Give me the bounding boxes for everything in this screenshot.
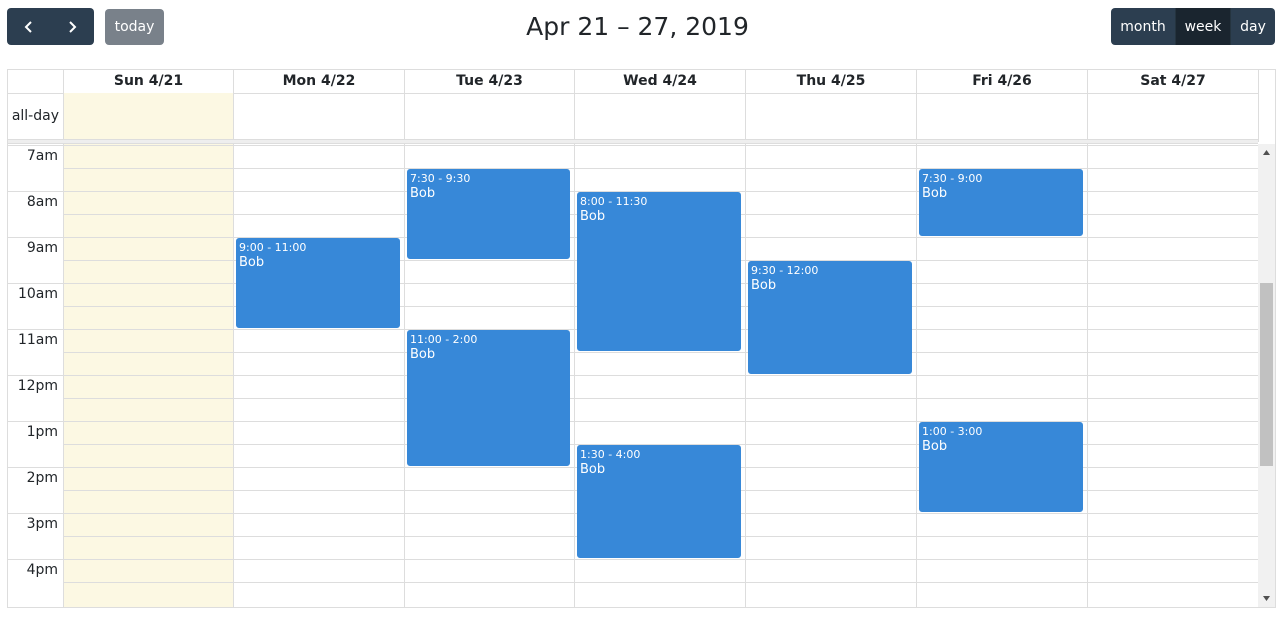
week-view-button[interactable]: week (1176, 8, 1231, 45)
event-title: Bob (410, 186, 436, 201)
event-time: 8:00 - 11:30 (580, 195, 648, 208)
all-day-cell-tue[interactable] (404, 93, 574, 139)
hour-label: 9am (26, 240, 58, 256)
scroll-down-icon[interactable] (1258, 590, 1275, 607)
week-calendar: Sun 4/21 Mon 4/22 Tue 4/23 Wed 4/24 Thu … (7, 69, 1276, 608)
event-title: Bob (580, 209, 606, 224)
hour-label: 3pm (26, 516, 58, 532)
scroll-thumb[interactable] (1260, 283, 1273, 466)
hour-line (8, 145, 1258, 146)
calendar-event[interactable]: 7:30 - 9:00 Bob (919, 169, 1083, 236)
event-title: Bob (239, 255, 265, 270)
day-header-mon[interactable]: Mon 4/22 (233, 70, 404, 93)
all-day-label: all-day (11, 108, 59, 124)
event-title: Bob (410, 347, 436, 362)
time-grid[interactable]: 7am 8am 9am 10am 11am 12pm 1pm 2pm 3pm 4pm 9:00 - … (8, 144, 1258, 607)
scroll-up-icon[interactable] (1258, 144, 1275, 161)
calendar-event[interactable]: 9:00 - 11:00 Bob (236, 238, 400, 328)
month-view-button[interactable]: month (1111, 8, 1176, 45)
all-day-row: all-day (8, 93, 1258, 140)
day-header-sat[interactable]: Sat 4/27 (1087, 70, 1258, 93)
all-day-cell-sun[interactable] (63, 93, 233, 139)
event-time: 7:30 - 9:00 (922, 172, 983, 185)
calendar-event[interactable]: 8:00 - 11:30 Bob (577, 192, 741, 351)
event-title: Bob (580, 462, 606, 477)
event-title: Bob (751, 278, 777, 293)
half-hour-line (63, 352, 1258, 353)
event-time: 1:00 - 3:00 (922, 425, 983, 438)
calendar-event[interactable]: 1:00 - 3:00 Bob (919, 422, 1083, 512)
all-day-cell-mon[interactable] (233, 93, 404, 139)
hour-line (8, 559, 1258, 560)
calendar-event[interactable]: 7:30 - 9:30 Bob (407, 169, 570, 259)
hour-label: 10am (17, 286, 58, 302)
hour-label: 12pm (17, 378, 58, 394)
hour-label: 4pm (26, 562, 58, 578)
event-title: Bob (922, 186, 948, 201)
hour-label: 1pm (26, 424, 58, 440)
all-day-cell-fri[interactable] (916, 93, 1087, 139)
day-header-wed[interactable]: Wed 4/24 (574, 70, 745, 93)
event-time: 11:00 - 2:00 (410, 333, 478, 346)
day-header-sun[interactable]: Sun 4/21 (63, 70, 233, 93)
hour-label: 2pm (26, 470, 58, 486)
event-time: 9:00 - 11:00 (239, 241, 307, 254)
header-scrollbar-gap (1258, 70, 1275, 142)
calendar-title: Apr 21 – 27, 2019 (526, 12, 749, 41)
event-time: 9:30 - 12:00 (751, 264, 819, 277)
calendar-event[interactable]: 11:00 - 2:00 Bob (407, 330, 570, 466)
day-header-fri[interactable]: Fri 4/26 (916, 70, 1087, 93)
all-day-cell-thu[interactable] (745, 93, 916, 139)
day-header-row: Sun 4/21 Mon 4/22 Tue 4/23 Wed 4/24 Thu … (8, 70, 1258, 94)
day-header-thu[interactable]: Thu 4/25 (745, 70, 916, 93)
calendar-event[interactable]: 9:30 - 12:00 Bob (748, 261, 912, 374)
calendar-event[interactable]: 1:30 - 4:00 Bob (577, 445, 741, 558)
half-hour-line (63, 582, 1258, 583)
half-hour-line (63, 398, 1258, 399)
all-day-cell-sat[interactable] (1087, 93, 1258, 139)
all-day-cell-wed[interactable] (574, 93, 745, 139)
event-time: 7:30 - 9:30 (410, 172, 471, 185)
hour-label: 11am (17, 332, 58, 348)
event-time: 1:30 - 4:00 (580, 448, 641, 461)
hour-line (8, 375, 1258, 376)
event-title: Bob (922, 439, 948, 454)
day-view-button[interactable]: day (1231, 8, 1275, 45)
view-switcher: month week day (1111, 8, 1275, 45)
day-header-tue[interactable]: Tue 4/23 (404, 70, 574, 93)
hour-label: 7am (26, 148, 58, 164)
hour-label: 8am (26, 194, 58, 210)
vertical-scrollbar[interactable] (1258, 144, 1275, 607)
